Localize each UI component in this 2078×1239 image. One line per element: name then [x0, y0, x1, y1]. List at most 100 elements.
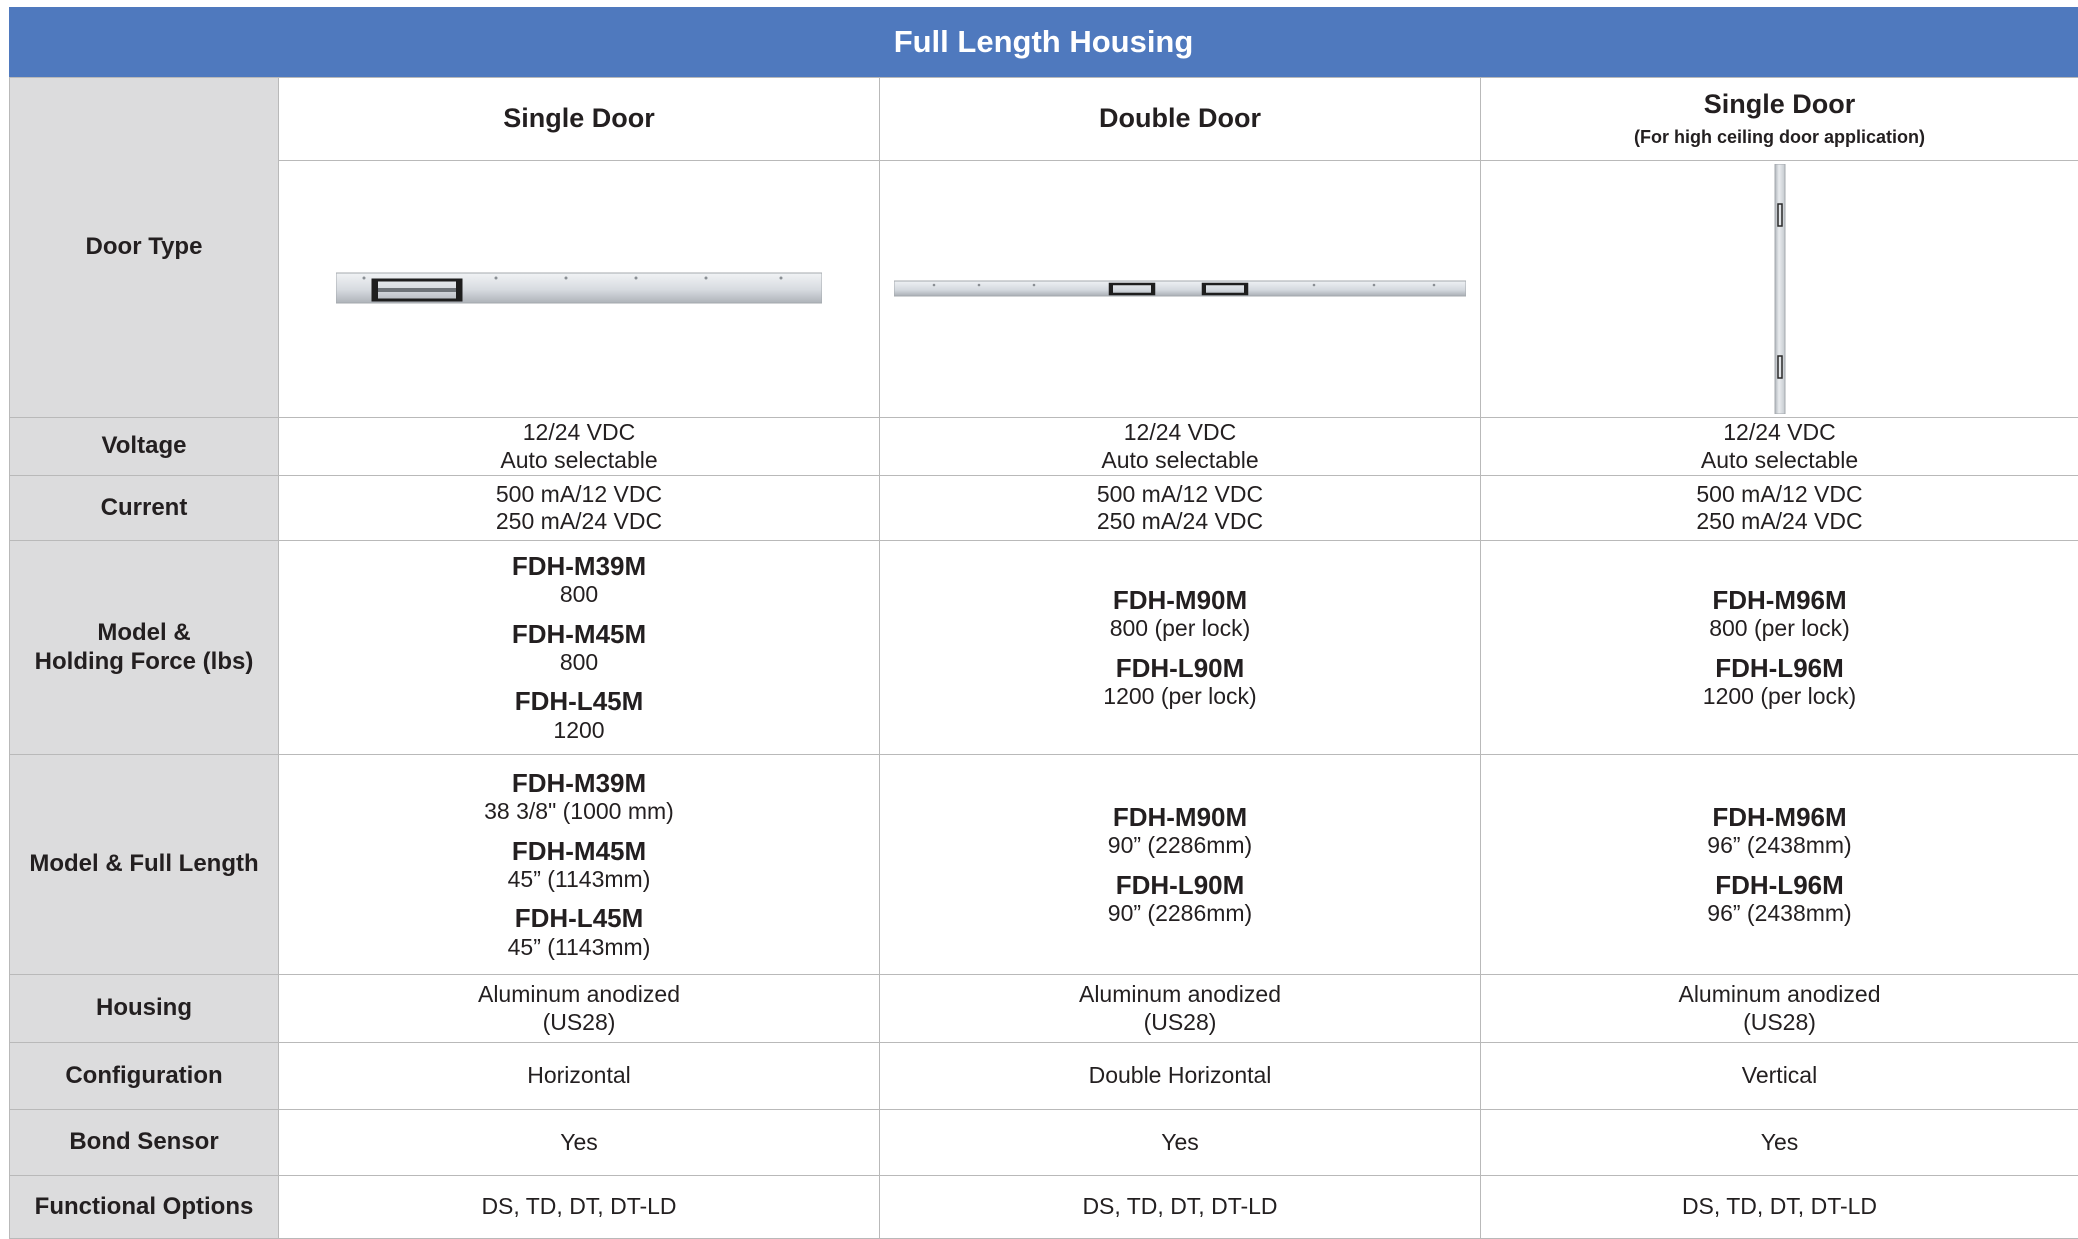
full-length-row: Model & Full Length FDH-M39M 38 3/8" (10… — [10, 755, 2078, 975]
row-label-line: Holding Force (lbs) — [10, 648, 278, 676]
voltage-note: Auto selectable — [1481, 447, 2078, 474]
holding-force-value: 800 — [279, 581, 879, 608]
door-type-row — [10, 161, 2078, 418]
housing-note: (US28) — [1481, 1009, 2078, 1036]
holding-force-value: 1200 — [279, 717, 879, 744]
holding-force-value: 800 (per lock) — [1481, 615, 2078, 642]
holding-force-value: 1200 (per lock) — [880, 683, 1480, 710]
row-label-current: Current — [10, 476, 279, 541]
model-name: FDH-M45M — [279, 619, 879, 650]
row-label-holding-force: Model & Holding Force (lbs) — [10, 541, 279, 755]
model-name: FDH-M45M — [279, 836, 879, 867]
holding-force-row: Model & Holding Force (lbs) FDH-M39M 800… — [10, 541, 2078, 755]
vertical-housing-image — [1773, 164, 1787, 414]
row-label-voltage: Voltage — [10, 418, 279, 476]
voltage-note: Auto selectable — [880, 447, 1480, 474]
housing-cell: Aluminum anodized (US28) — [279, 975, 880, 1043]
full-length-cell: FDH-M96M 96” (2438mm) FDH-L96M 96” (2438… — [1481, 755, 2078, 975]
model-name: FDH-L96M — [1481, 653, 2078, 684]
housing-note: (US28) — [880, 1009, 1480, 1036]
functional-options-value: DS, TD, DT, DT-LD — [279, 1176, 880, 1239]
functional-options-row: Functional Options DS, TD, DT, DT-LD DS,… — [10, 1176, 2078, 1239]
column-header-single-door: Single Door — [279, 78, 880, 161]
model-name: FDH-M96M — [1481, 585, 2078, 616]
row-label-bond-sensor: Bond Sensor — [10, 1110, 279, 1176]
configuration-row: Configuration Horizontal Double Horizont… — [10, 1043, 2078, 1110]
voltage-row: Voltage 12/24 VDC Auto selectable 12/24 … — [10, 418, 2078, 476]
current-cell: 500 mA/12 VDC 250 mA/24 VDC — [1481, 476, 2078, 541]
model-name: FDH-M96M — [1481, 802, 2078, 833]
configuration-value: Vertical — [1481, 1043, 2078, 1110]
single-door-housing-image — [336, 271, 822, 307]
holding-force-cell: FDH-M39M 800 FDH-M45M 800 FDH-L45M 1200 — [279, 541, 880, 755]
housing-cell: Aluminum anodized (US28) — [1481, 975, 2078, 1043]
double-door-housing-image — [894, 278, 1466, 300]
voltage-note: Auto selectable — [279, 447, 879, 474]
voltage-value: 12/24 VDC — [880, 419, 1480, 446]
current-value: 250 mA/24 VDC — [279, 508, 879, 535]
column-heading: Single Door — [1481, 89, 2078, 121]
full-length-cell: FDH-M90M 90” (2286mm) FDH-L90M 90” (2286… — [880, 755, 1481, 975]
current-value: 250 mA/24 VDC — [880, 508, 1480, 535]
voltage-value: 12/24 VDC — [279, 419, 879, 446]
row-label-functional-options: Functional Options — [10, 1176, 279, 1239]
full-length-value: 96” (2438mm) — [1481, 900, 2078, 927]
model-name: FDH-L90M — [880, 653, 1480, 684]
model-name: FDH-M90M — [880, 802, 1480, 833]
holding-force-value: 1200 (per lock) — [1481, 683, 2078, 710]
housing-row: Housing Aluminum anodized (US28) Aluminu… — [10, 975, 2078, 1043]
functional-options-value: DS, TD, DT, DT-LD — [1481, 1176, 2078, 1239]
row-label-line: Model & — [10, 619, 278, 647]
table-title: Full Length Housing — [9, 7, 2078, 77]
column-heading: Single Door — [503, 103, 655, 133]
header-row: Door Type Single Door Double Door Single… — [10, 78, 2078, 161]
current-cell: 500 mA/12 VDC 250 mA/24 VDC — [279, 476, 880, 541]
spec-sheet: Full Length Housing Door Type Single Doo… — [9, 7, 2078, 1238]
housing-note: (US28) — [279, 1009, 879, 1036]
model-name: FDH-L90M — [880, 870, 1480, 901]
model-name: FDH-M90M — [880, 585, 1480, 616]
voltage-cell: 12/24 VDC Auto selectable — [1481, 418, 2078, 476]
bond-sensor-value: Yes — [279, 1110, 880, 1176]
configuration-value: Double Horizontal — [880, 1043, 1481, 1110]
full-length-value: 45” (1143mm) — [279, 866, 879, 893]
model-name: FDH-L96M — [1481, 870, 2078, 901]
door-image-double — [880, 161, 1481, 418]
row-label-configuration: Configuration — [10, 1043, 279, 1110]
current-value: 500 mA/12 VDC — [880, 481, 1480, 508]
current-row: Current 500 mA/12 VDC 250 mA/24 VDC 500 … — [10, 476, 2078, 541]
model-name: FDH-L45M — [279, 686, 879, 717]
door-image-single — [279, 161, 880, 418]
row-label-housing: Housing — [10, 975, 279, 1043]
voltage-cell: 12/24 VDC Auto selectable — [279, 418, 880, 476]
current-cell: 500 mA/12 VDC 250 mA/24 VDC — [880, 476, 1481, 541]
column-header-double-door: Double Door — [880, 78, 1481, 161]
housing-value: Aluminum anodized — [279, 981, 879, 1008]
current-value: 250 mA/24 VDC — [1481, 508, 2078, 535]
spec-table: Door Type Single Door Double Door Single… — [9, 77, 2078, 1239]
current-value: 500 mA/12 VDC — [1481, 481, 2078, 508]
housing-cell: Aluminum anodized (US28) — [880, 975, 1481, 1043]
voltage-cell: 12/24 VDC Auto selectable — [880, 418, 1481, 476]
full-length-cell: FDH-M39M 38 3/8" (1000 mm) FDH-M45M 45” … — [279, 755, 880, 975]
column-header-single-door-high-ceiling: Single Door (For high ceiling door appli… — [1481, 78, 2078, 161]
functional-options-value: DS, TD, DT, DT-LD — [880, 1176, 1481, 1239]
bond-sensor-row: Bond Sensor Yes Yes Yes — [10, 1110, 2078, 1176]
holding-force-cell: FDH-M96M 800 (per lock) FDH-L96M 1200 (p… — [1481, 541, 2078, 755]
model-name: FDH-M39M — [279, 551, 879, 582]
row-label-door-type: Door Type — [10, 78, 279, 418]
model-name: FDH-M39M — [279, 768, 879, 799]
full-length-value: 38 3/8" (1000 mm) — [279, 798, 879, 825]
full-length-value: 90” (2286mm) — [880, 832, 1480, 859]
model-name: FDH-L45M — [279, 903, 879, 934]
bond-sensor-value: Yes — [880, 1110, 1481, 1176]
column-heading: Double Door — [1099, 103, 1261, 133]
holding-force-cell: FDH-M90M 800 (per lock) FDH-L90M 1200 (p… — [880, 541, 1481, 755]
full-length-value: 45” (1143mm) — [279, 934, 879, 961]
full-length-value: 90” (2286mm) — [880, 900, 1480, 927]
holding-force-value: 800 (per lock) — [880, 615, 1480, 642]
housing-value: Aluminum anodized — [880, 981, 1480, 1008]
row-label-full-length: Model & Full Length — [10, 755, 279, 975]
holding-force-value: 800 — [279, 649, 879, 676]
current-value: 500 mA/12 VDC — [279, 481, 879, 508]
